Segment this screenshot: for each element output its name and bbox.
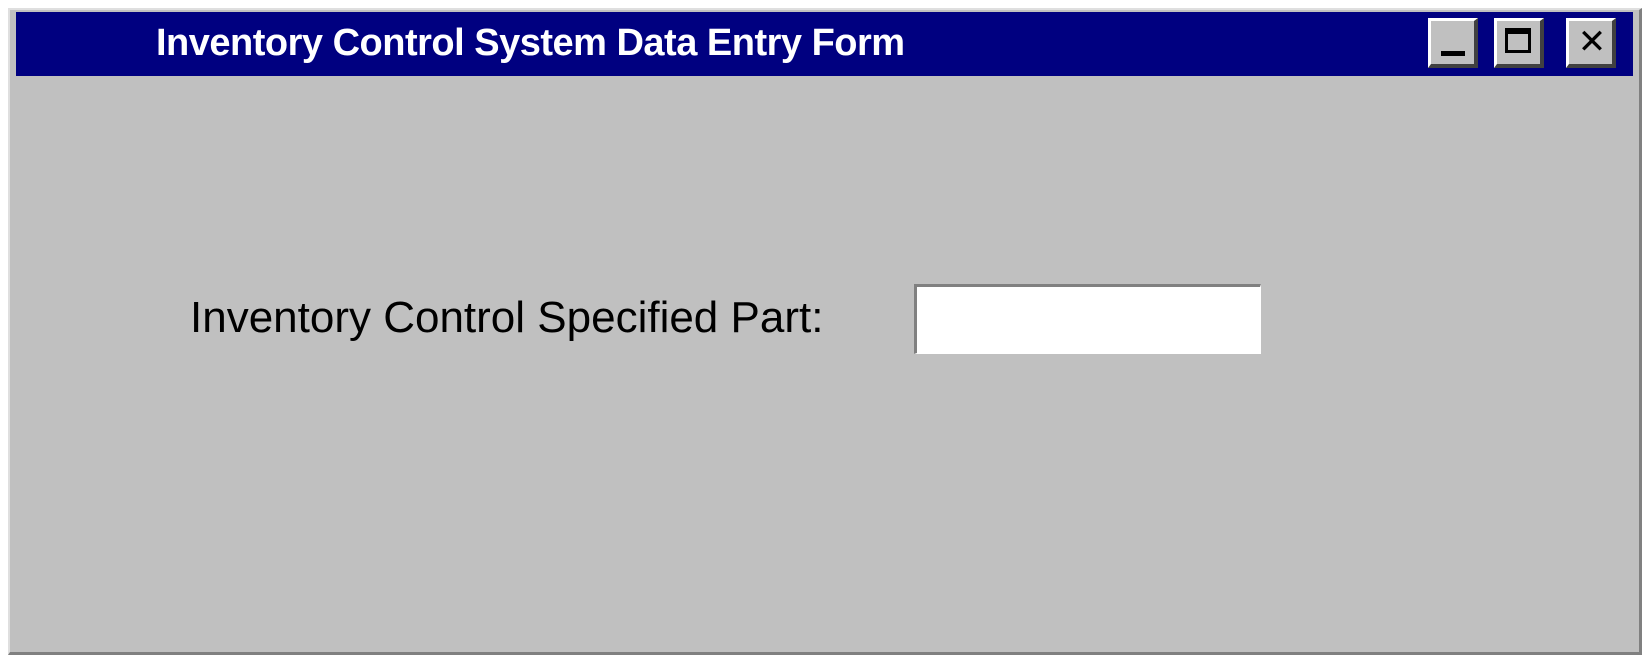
minimize-icon <box>1441 51 1465 56</box>
close-icon: ✕ <box>1577 22 1607 62</box>
title-bar[interactable]: Inventory Control System Data Entry Form… <box>16 12 1633 76</box>
maximize-icon <box>1505 28 1531 53</box>
part-field-label: Inventory Control Specified Part: <box>190 293 824 342</box>
part-input[interactable] <box>914 284 1261 354</box>
window-title: Inventory Control System Data Entry Form <box>156 22 905 64</box>
minimize-button[interactable] <box>1428 18 1478 68</box>
data-entry-window: Inventory Control System Data Entry Form… <box>8 8 1642 655</box>
close-button[interactable]: ✕ <box>1566 18 1616 68</box>
maximize-button[interactable] <box>1494 18 1544 68</box>
